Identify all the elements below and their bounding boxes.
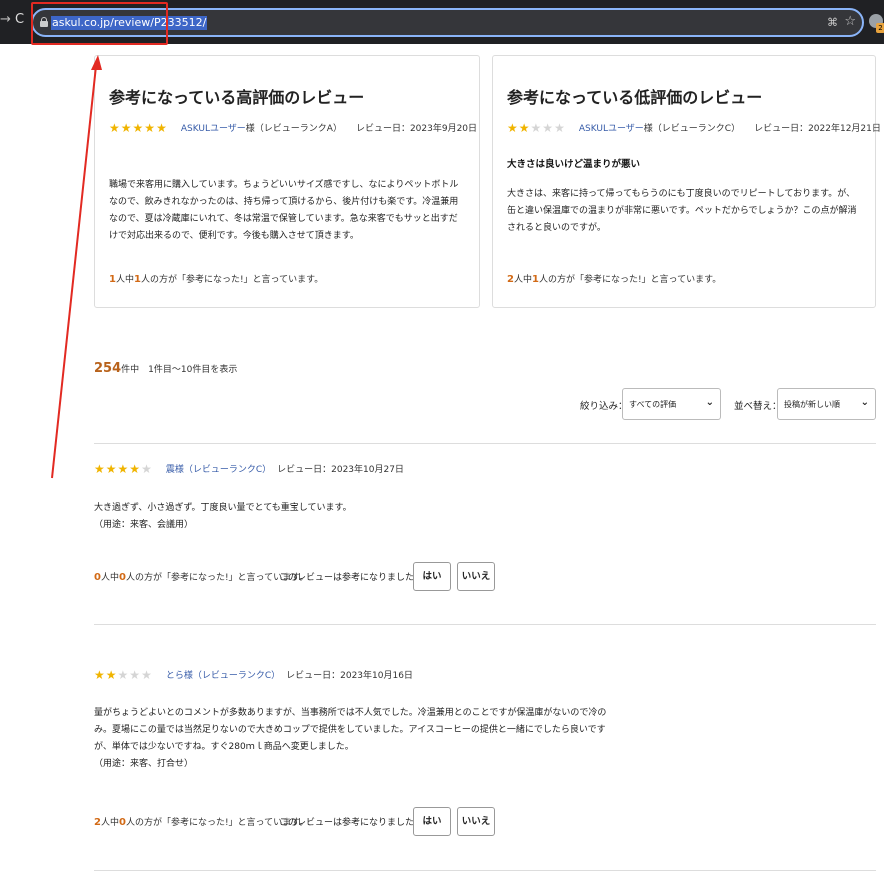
arrow-head — [91, 55, 102, 70]
annotation-arrow — [51, 55, 102, 479]
arrow-shaft — [51, 65, 97, 479]
